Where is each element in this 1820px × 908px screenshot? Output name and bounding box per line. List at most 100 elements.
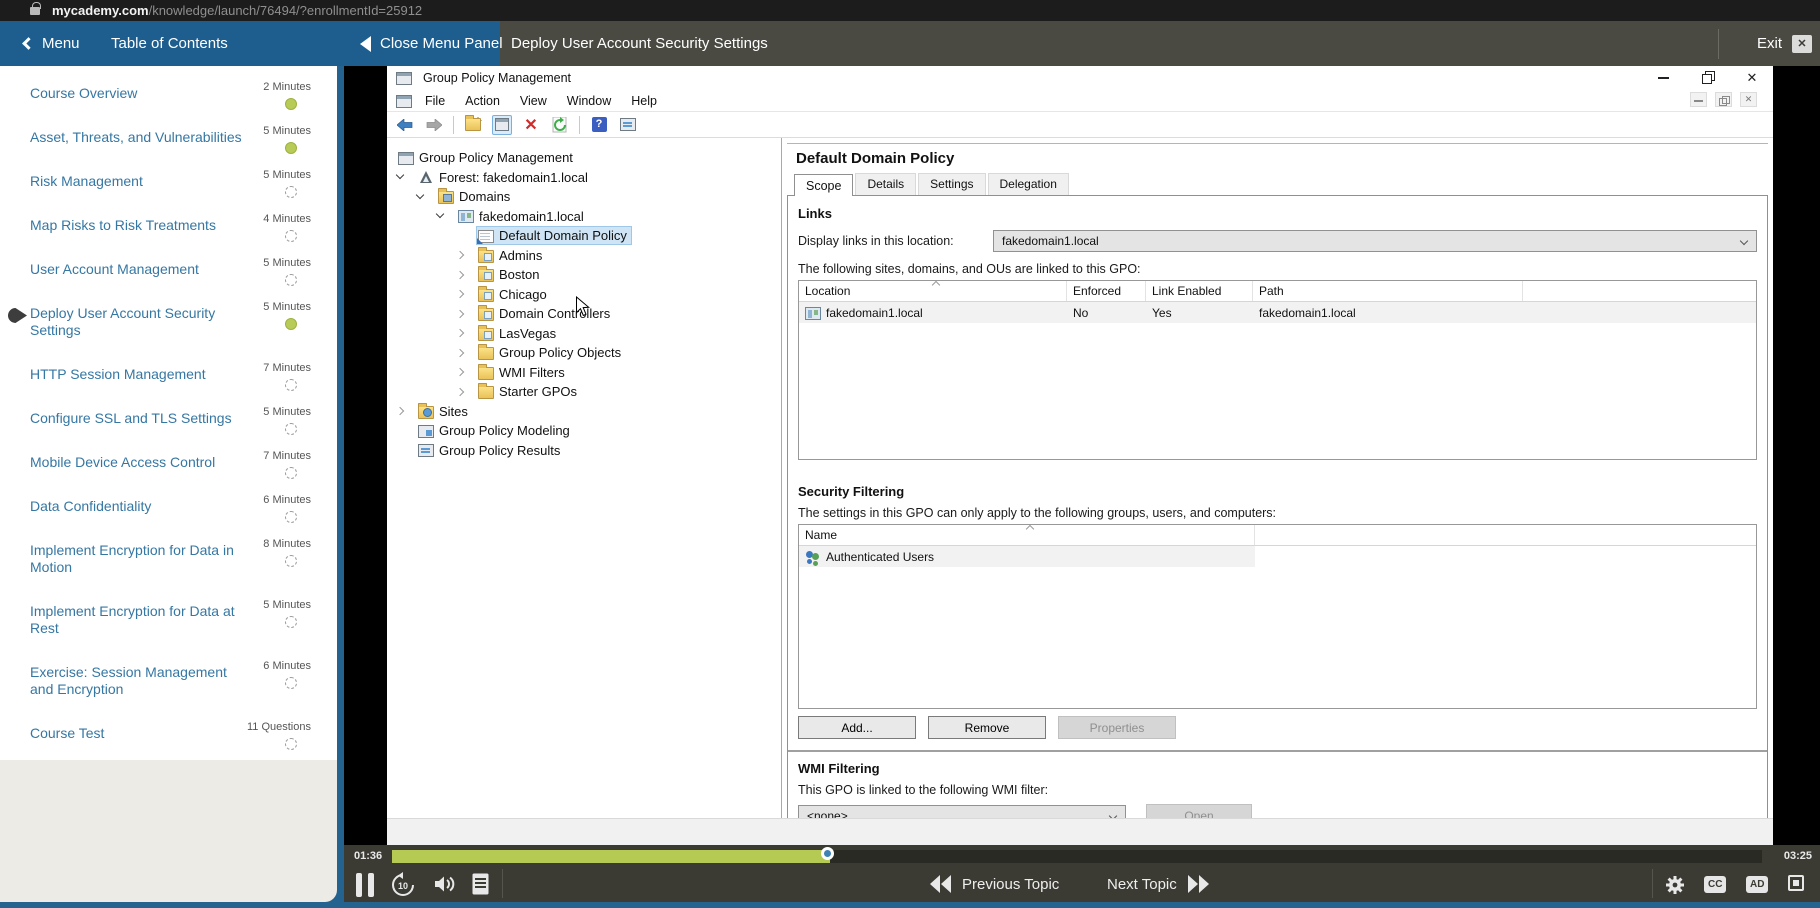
toc-item-label[interactable]: Mobile Device Access Control	[30, 454, 245, 471]
tab-settings[interactable]: Settings	[918, 173, 985, 195]
menu-view[interactable]: View	[510, 92, 557, 110]
tree-item[interactable]: Boston	[387, 265, 781, 285]
tree-item-label[interactable]: Group Policy Management	[419, 150, 573, 165]
toc-item[interactable]: Risk Management5 Minutes	[0, 160, 337, 204]
menu-file[interactable]: File	[415, 92, 455, 110]
chevron-collapsed-icon[interactable]	[452, 346, 477, 360]
toc-item[interactable]: Asset, Threats, and Vulnerabilities5 Min…	[0, 116, 337, 160]
chevron-collapsed-icon[interactable]	[452, 287, 477, 301]
mdi-close-button[interactable]: ✕	[1740, 92, 1757, 107]
chevron-collapsed-icon[interactable]	[452, 248, 477, 262]
close-button[interactable]: ✕	[1745, 70, 1759, 84]
toc-item[interactable]: Configure SSL and TLS Settings5 Minutes	[0, 397, 337, 441]
toc-item-label[interactable]: Map Risks to Risk Treatments	[30, 217, 245, 234]
toolbar-delete-button[interactable]: ✕	[521, 115, 541, 135]
fullscreen-button[interactable]	[1788, 875, 1804, 891]
properties-button[interactable]: Properties	[1058, 716, 1176, 739]
links-listbox[interactable]: LocationEnforcedLink EnabledPath fakedom…	[798, 280, 1757, 460]
toc-item-label[interactable]: Implement Encryption for Data at Rest	[30, 603, 245, 637]
tree-item-label[interactable]: WMI Filters	[499, 365, 565, 380]
toolbar-help-button[interactable]: ?	[589, 115, 609, 135]
mdi-restore-button[interactable]	[1715, 92, 1732, 107]
tree-item[interactable]: Default Domain Policy	[387, 226, 781, 246]
display-links-dropdown[interactable]: fakedomain1.local	[993, 230, 1757, 252]
toc-item-label[interactable]: User Account Management	[30, 261, 245, 278]
tab-delegation[interactable]: Delegation	[988, 173, 1069, 195]
next-topic-button[interactable]: Next Topic	[1107, 875, 1209, 893]
tree-item-label[interactable]: Group Policy Objects	[499, 345, 621, 360]
toc-item[interactable]: HTTP Session Management7 Minutes	[0, 353, 337, 397]
tree-item[interactable]: Sites	[387, 402, 781, 422]
toc-item[interactable]: Mobile Device Access Control7 Minutes	[0, 441, 337, 485]
toc-item[interactable]: Data Confidentiality6 Minutes	[0, 485, 337, 529]
tab-details[interactable]: Details	[855, 173, 916, 195]
toc-item-label[interactable]: Course Overview	[30, 85, 245, 102]
tree-item-label[interactable]: fakedomain1.local	[479, 209, 584, 224]
tree-item-label[interactable]: Chicago	[499, 287, 547, 302]
tree-item[interactable]: fakedomain1.local	[387, 207, 781, 227]
tree-item[interactable]: LasVegas	[387, 324, 781, 344]
toolbar-back-button[interactable]	[395, 115, 415, 135]
add-button[interactable]: Add...	[798, 716, 916, 739]
tree-item[interactable]: Starter GPOs	[387, 382, 781, 402]
close-menu-panel-button[interactable]: Close Menu Panel	[360, 21, 503, 66]
toolbar-console-button[interactable]	[618, 115, 638, 135]
chevron-collapsed-icon[interactable]	[452, 326, 477, 340]
chevron-collapsed-icon[interactable]	[452, 268, 477, 282]
toc-item-label[interactable]: Asset, Threats, and Vulnerabilities	[30, 129, 245, 146]
menu-window[interactable]: Window	[557, 92, 621, 110]
chevron-expanded-icon[interactable]	[412, 190, 437, 204]
menu-action[interactable]: Action	[455, 92, 510, 110]
tree-item-label[interactable]: Sites	[439, 404, 468, 419]
tree-item-label[interactable]: Domain Controllers	[499, 306, 610, 321]
volume-button[interactable]	[434, 874, 456, 894]
tree-item-label[interactable]: Starter GPOs	[499, 384, 577, 399]
exit-close-button[interactable]: ✕	[1792, 35, 1812, 53]
seek-bar[interactable]	[392, 850, 1762, 863]
tree-item-label[interactable]: LasVegas	[499, 326, 556, 341]
toolbar-folder-up-button[interactable]	[463, 115, 483, 135]
links-col-header[interactable]: Path	[1253, 281, 1523, 301]
tree-item-label[interactable]: Boston	[499, 267, 539, 282]
previous-topic-button[interactable]: Previous Topic	[930, 875, 1059, 893]
toc-item-label[interactable]: Risk Management	[30, 173, 245, 190]
chevron-collapsed-icon[interactable]	[452, 365, 477, 379]
toc-item-label[interactable]: HTTP Session Management	[30, 366, 245, 383]
toc-item-label[interactable]: Data Confidentiality	[30, 498, 245, 515]
remove-button[interactable]: Remove	[928, 716, 1046, 739]
tab-scope[interactable]: Scope	[794, 174, 853, 196]
tree-item-label[interactable]: Group Policy Results	[439, 443, 560, 458]
cc-button[interactable]: CC	[1704, 876, 1726, 893]
chevron-collapsed-icon[interactable]	[452, 385, 477, 399]
toc-item-label[interactable]: Exercise: Session Management and Encrypt…	[30, 664, 245, 698]
tree-item[interactable]: Domains	[387, 187, 781, 207]
toc-item[interactable]: Exercise: Session Management and Encrypt…	[0, 651, 337, 712]
toc-item[interactable]: Map Risks to Risk Treatments4 Minutes	[0, 204, 337, 248]
menu-help[interactable]: Help	[621, 92, 667, 110]
tree-item[interactable]: Forest: fakedomain1.local	[387, 168, 781, 188]
toc-item[interactable]: Deploy User Account Security Settings5 M…	[0, 292, 337, 353]
chevron-expanded-icon[interactable]	[432, 209, 457, 223]
toc-item[interactable]: Implement Encryption for Data at Rest5 M…	[0, 590, 337, 651]
seek-thumb[interactable]	[821, 847, 834, 860]
toc-item[interactable]: User Account Management5 Minutes	[0, 248, 337, 292]
pause-button[interactable]	[356, 873, 374, 897]
minimize-button[interactable]	[1657, 70, 1671, 84]
links-col-header[interactable]: Enforced	[1067, 281, 1146, 301]
toolbar-forward-button[interactable]	[424, 115, 444, 135]
tree-item[interactable]: Admins	[387, 246, 781, 266]
toc-item[interactable]: Implement Encryption for Data in Motion8…	[0, 529, 337, 590]
links-col-header[interactable]: Location	[799, 281, 1067, 301]
toc-item[interactable]: Course Test11 Questions	[0, 712, 337, 756]
toc-item-label[interactable]: Configure SSL and TLS Settings	[30, 410, 245, 427]
menu-button[interactable]: Menu	[24, 21, 80, 66]
ad-button[interactable]: AD	[1746, 876, 1768, 893]
tree-item-label[interactable]: Forest: fakedomain1.local	[439, 170, 588, 185]
rewind-10-button[interactable]: 10	[390, 872, 416, 898]
tree-item[interactable]: WMI Filters	[387, 363, 781, 383]
tree-item-label[interactable]: Admins	[499, 248, 542, 263]
security-listbox[interactable]: Name Authenticated Users	[798, 524, 1757, 709]
exit-label[interactable]: Exit	[1757, 35, 1782, 52]
tree-item-label[interactable]: Group Policy Modeling	[439, 423, 570, 438]
links-col-header[interactable]: Link Enabled	[1146, 281, 1253, 301]
